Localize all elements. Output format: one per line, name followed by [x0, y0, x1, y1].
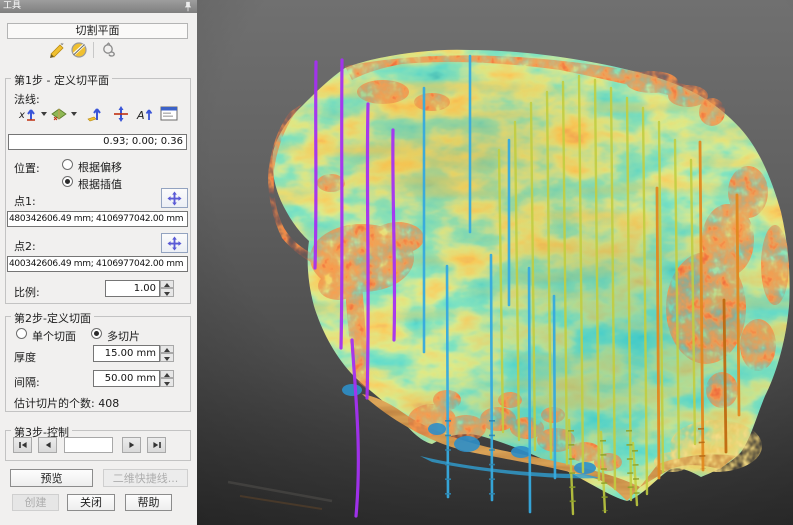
- x-axis-normal-icon[interactable]: x: [17, 105, 39, 123]
- point2-field[interactable]: 400342606.49 mm; 4106977042.00 mm: [7, 256, 188, 272]
- spin-down-button[interactable]: [160, 288, 174, 297]
- panel-titlebar: 工具: [0, 0, 197, 13]
- point2-pick-button[interactable]: [161, 233, 188, 253]
- shortcut-2d-button[interactable]: 二维快捷线...: [103, 469, 188, 487]
- pan-hand-icon[interactable]: [100, 40, 120, 59]
- spin-up-button[interactable]: [160, 345, 174, 353]
- cutting-plane-header: 切割平面: [7, 23, 188, 39]
- pin-icon[interactable]: [183, 1, 193, 12]
- move-cross-icon: [167, 191, 182, 206]
- preview-button-label: 预览: [11, 470, 92, 488]
- axis-cross-icon[interactable]: [111, 105, 131, 123]
- view-plane-caret-icon[interactable]: [71, 112, 77, 116]
- point-cloud-scene[interactable]: [197, 0, 793, 525]
- radio-multi-slice-label: 多切片: [107, 328, 140, 344]
- x-axis-caret-icon[interactable]: [41, 112, 47, 116]
- normal-vector-field[interactable]: 0.93; 0.00; 0.36: [8, 134, 187, 150]
- close-button-label: 关闭: [68, 495, 114, 511]
- point1-field[interactable]: 480342606.49 mm; 4106977042.00 mm: [7, 211, 188, 227]
- interval-value: 50.00 mm: [105, 373, 156, 384]
- move-cross-icon: [167, 236, 182, 251]
- scale-value: 1.00: [134, 283, 156, 294]
- spin-up-button[interactable]: [160, 370, 174, 378]
- thickness-label: 厚度: [14, 349, 36, 365]
- edit-plane-icon[interactable]: [47, 40, 67, 59]
- disc-slash-icon[interactable]: [69, 40, 89, 59]
- help-button[interactable]: 帮助: [125, 494, 172, 511]
- shortcut-2d-button-label: 二维快捷线...: [104, 470, 187, 488]
- radio-by-interpolation-label: 根据插值: [78, 176, 122, 192]
- radio-by-interpolation[interactable]: [62, 176, 73, 187]
- point2-value: 400342606.49 mm; 4106977042.00 mm: [9, 259, 183, 269]
- step1-title: 第1步 - 定义切平面: [11, 72, 112, 88]
- fit-points-icon[interactable]: A: [136, 105, 154, 123]
- view-plane-icon[interactable]: [49, 105, 69, 123]
- panel-title: 工具: [3, 1, 21, 11]
- spin-up-button[interactable]: [160, 280, 174, 288]
- normal-vector-value: 0.93; 0.00; 0.36: [103, 136, 183, 147]
- step2-title: 第2步-定义切面: [11, 310, 94, 326]
- interval-input[interactable]: 50.00 mm: [93, 370, 160, 387]
- thickness-spinner: [160, 345, 174, 362]
- point1-label: 点1:: [14, 193, 36, 209]
- dialog-icon[interactable]: [159, 105, 179, 123]
- thickness-input[interactable]: 15.00 mm: [93, 345, 160, 362]
- radio-multi-slice[interactable]: [91, 328, 102, 339]
- thickness-value: 15.00 mm: [105, 348, 156, 359]
- last-slice-button[interactable]: [147, 437, 166, 453]
- point2-label: 点2:: [14, 238, 36, 254]
- scale-label: 比例:: [14, 284, 40, 300]
- slice-count-estimate: 估计切片的个数: 408: [14, 395, 119, 411]
- radio-single-section-label: 单个切面: [32, 328, 76, 344]
- radio-by-offset[interactable]: [62, 159, 73, 170]
- cutting-plane-header-label: 切割平面: [76, 24, 120, 37]
- two-point-normal-icon[interactable]: [84, 105, 106, 123]
- svg-text:x: x: [18, 110, 25, 121]
- create-button[interactable]: 创建: [12, 494, 59, 511]
- spin-down-button[interactable]: [160, 378, 174, 387]
- point1-pick-button[interactable]: [161, 188, 188, 208]
- point1-value: 480342606.49 mm; 4106977042.00 mm: [9, 214, 183, 224]
- radio-by-offset-label: 根据偏移: [78, 159, 122, 175]
- interval-label: 间隔:: [14, 374, 40, 390]
- next-slice-button[interactable]: [122, 437, 141, 453]
- spin-down-button[interactable]: [160, 353, 174, 362]
- create-button-label: 创建: [13, 495, 58, 511]
- tools-panel: 工具 切割平面: [0, 0, 197, 525]
- application-window: 工具 切割平面: [0, 0, 793, 525]
- interval-spinner: [160, 370, 174, 387]
- scale-spinner: [160, 280, 174, 297]
- first-slice-button[interactable]: [13, 437, 32, 453]
- slice-index-field[interactable]: [64, 437, 113, 453]
- position-label: 位置:: [14, 160, 40, 176]
- toolbar-divider: [93, 42, 94, 58]
- radio-single-section[interactable]: [16, 328, 27, 339]
- viewport-3d[interactable]: [197, 0, 793, 525]
- preview-button[interactable]: 预览: [10, 469, 93, 487]
- scale-input[interactable]: 1.00: [105, 280, 160, 297]
- help-button-label: 帮助: [126, 495, 171, 511]
- close-button[interactable]: 关闭: [67, 494, 115, 511]
- svg-text:A: A: [136, 109, 145, 122]
- previous-slice-button[interactable]: [38, 437, 57, 453]
